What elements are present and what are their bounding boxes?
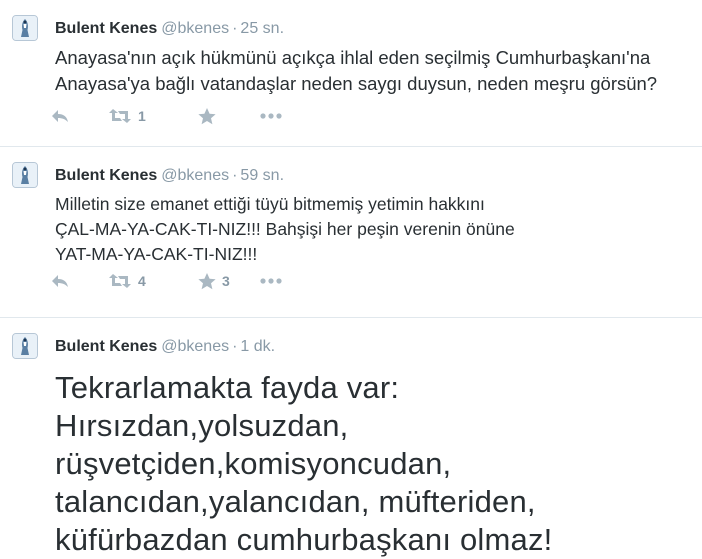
username[interactable]: @bkenes xyxy=(161,338,229,355)
timestamp[interactable]: 25 sn. xyxy=(240,20,284,37)
tweet-header: Bulent Kenes @bkenes · 25 sn. xyxy=(55,0,690,39)
favorite-button[interactable] xyxy=(198,104,260,128)
tweet-line: Anayasa'ya bağlı vatandaşlar neden saygı… xyxy=(55,73,658,94)
tweet-text: Anayasa'nın açık hükmünü açıkça ihlal ed… xyxy=(55,45,690,97)
star-icon xyxy=(198,107,216,125)
retweet-count: 1 xyxy=(138,108,146,124)
retweet-count: 4 xyxy=(138,273,146,289)
tweet-line: YAT-MA-YA-CAK-TI-NIZ!!! xyxy=(55,244,258,264)
ellipsis-icon xyxy=(260,278,282,284)
retweet-icon xyxy=(108,273,132,289)
tweet-header: Bulent Kenes @bkenes · 1 dk. xyxy=(55,318,690,357)
separator-dot: · xyxy=(232,338,238,355)
avatar[interactable] xyxy=(12,162,38,188)
tweet-line: küfürbazdan cumhurbaşkanı olmaz! xyxy=(55,522,553,557)
timestamp[interactable]: 59 sn. xyxy=(240,167,284,184)
display-name[interactable]: Bulent Kenes xyxy=(55,167,157,184)
tweet-line: Tekrarlamakta fayda var: xyxy=(55,370,400,405)
timestamp[interactable]: 1 dk. xyxy=(240,338,275,355)
tweet-line: rüşvetçiden,komisyoncudan, xyxy=(55,446,452,481)
favorite-count: 3 xyxy=(222,273,230,289)
tweet-line: Anayasa'nın açık hükmünü açıkça ihlal ed… xyxy=(55,47,651,68)
username[interactable]: @bkenes xyxy=(161,20,229,37)
username[interactable]: @bkenes xyxy=(161,167,229,184)
retweet-button[interactable]: 1 xyxy=(108,104,198,128)
display-name[interactable]: Bulent Kenes xyxy=(55,20,157,37)
more-button[interactable] xyxy=(260,104,300,128)
tweet-header: Bulent Kenes @bkenes · 59 sn. xyxy=(55,147,690,186)
separator-dot: · xyxy=(232,167,238,184)
retweet-button[interactable]: 4 xyxy=(108,269,198,293)
tweet[interactable]: Bulent Kenes @bkenes · 25 sn. Anayasa'nın a… xyxy=(0,0,702,147)
tweet-actions: 4 3 xyxy=(50,269,300,293)
reply-icon xyxy=(50,108,70,124)
tweet-text: Tekrarlamakta fayda var: Hırsızdan,yolsu… xyxy=(55,369,690,559)
reply-button[interactable] xyxy=(50,104,108,128)
tweet-line: Hırsızdan,yolsuzdan, xyxy=(55,408,349,443)
more-button[interactable] xyxy=(260,269,300,293)
retweet-icon xyxy=(108,108,132,124)
avatar[interactable] xyxy=(12,333,38,359)
tweet-actions: 1 xyxy=(50,104,300,128)
avatar[interactable] xyxy=(12,15,38,41)
reply-button[interactable] xyxy=(50,269,108,293)
tweet-text: Milletin size emanet ettiği tüyü bitmemi… xyxy=(55,192,690,267)
reply-icon xyxy=(50,273,70,289)
tweet-line: ÇAL-MA-YA-CAK-TI-NIZ!!! Bahşişi her peşi… xyxy=(55,219,515,239)
separator-dot: · xyxy=(232,20,238,37)
favorite-button[interactable]: 3 xyxy=(198,269,260,293)
display-name[interactable]: Bulent Kenes xyxy=(55,338,157,355)
ellipsis-icon xyxy=(260,113,282,119)
star-icon xyxy=(198,272,216,290)
tweet[interactable]: Bulent Kenes @bkenes · 1 dk. Tekrarlamakta … xyxy=(0,318,702,559)
tweet-line: talancıdan,yalancıdan, müfteriden, xyxy=(55,484,536,519)
tweet-line: Milletin size emanet ettiği tüyü bitmemi… xyxy=(55,194,485,214)
tweet[interactable]: Bulent Kenes @bkenes · 59 sn. Milletin size… xyxy=(0,147,702,318)
